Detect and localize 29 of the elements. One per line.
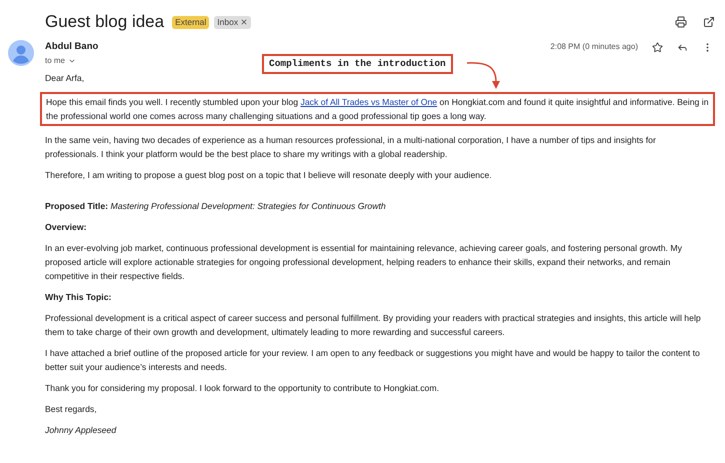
section-heading: Why This Topic: xyxy=(45,291,112,304)
paragraph: Therefore, I am writing to propose a guest blog post on a topic that I believe will resonate deeply with your audience. xyxy=(45,169,493,182)
label-chip[interactable]: External xyxy=(172,16,210,28)
recipient-dropdown[interactable]: to me xyxy=(45,54,76,68)
paragraph: In the same vein, having two decades of experience as a human resources professional, in a multi-national corporation, I have a number of tips and insights for professionals. I think your platform would be the best place to share my writings with a global readership. xyxy=(45,134,657,161)
section-heading: Overview: xyxy=(45,221,88,234)
label-chip[interactable]: Inbox xyxy=(214,16,252,28)
sender-name: Abdul Bano xyxy=(45,40,98,54)
paragraph: Dear Arfa, xyxy=(45,72,86,85)
paragraph: Thank you for considering my proposal. I look forward to the opportunity to contribute to Hongkiat.com. xyxy=(45,382,440,395)
star-icon[interactable] xyxy=(652,42,663,52)
email-subject: Guest blog idea xyxy=(45,11,164,34)
caret-icon[interactable] xyxy=(68,57,76,65)
print-icon[interactable] xyxy=(675,16,687,28)
paragraph: Best regards, xyxy=(45,403,98,416)
reply-icon[interactable] xyxy=(677,42,688,52)
paragraph: I have attached a brief outline of the proposed article for your review. I am open to any feedback or suggestions you might have and would be happy to tailor the content to better suit your audience’s interests and needs. xyxy=(45,347,701,374)
blog-link[interactable]: Jack of All Trades vs Master of One xyxy=(300,97,438,107)
avatar-icon xyxy=(8,40,34,66)
annotation-label: Compliments in the introduction xyxy=(262,54,453,74)
paragraph: Hope this email finds you well. I recently stumbled upon your blog Jack of All Trades vs Master of One on Hongkiat.com and found it quite insightful and informative. Being in the professional world one comes across many challenging situations and a good professional tip goes a long way. xyxy=(46,96,709,123)
timestamp: 2:08 PM (0 minutes ago) xyxy=(550,41,638,53)
paragraph: Proposed Title: Mastering Professional Development: Strategies for Continuous Growth xyxy=(45,200,387,213)
annotation-arrow xyxy=(466,60,502,90)
close-icon[interactable] xyxy=(240,18,248,26)
paragraph: Professional development is a critical aspect of career success and personal fulfillment. By providing your readers with practical strategies and insights, this article will help them to take charge of their own growth and development, ultimately leading to more rewarding and successful careers. xyxy=(45,312,702,339)
new-window-icon[interactable] xyxy=(703,16,715,28)
paragraph: In an ever-evolving job market, continuous professional development is essential for maintaining relevance, achieving career goals, and fostering personal growth. My proposed article will explore actionable strategies for ongoing professional development, helping readers to enhance their skills, expand their networks, and remain competitive in their respective fields. xyxy=(45,242,683,283)
signature: Johnny Appleseed xyxy=(45,424,118,437)
